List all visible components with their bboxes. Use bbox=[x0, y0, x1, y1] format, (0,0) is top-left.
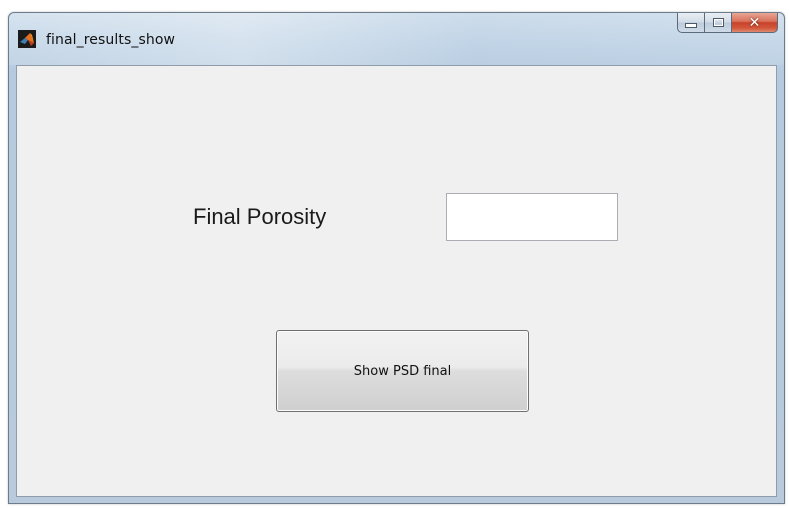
close-icon: ✕ bbox=[748, 14, 761, 31]
title-bar[interactable]: final_results_show ✕ bbox=[9, 13, 784, 65]
maximize-icon bbox=[712, 18, 724, 27]
matlab-icon bbox=[18, 30, 36, 48]
close-button[interactable]: ✕ bbox=[732, 13, 778, 33]
show-psd-final-button[interactable]: Show PSD final bbox=[276, 330, 529, 412]
final-porosity-label: Final Porosity bbox=[193, 204, 327, 229]
minimize-button[interactable] bbox=[677, 13, 705, 33]
caption-buttons: ✕ bbox=[677, 13, 778, 33]
final-porosity-field[interactable] bbox=[446, 193, 618, 241]
maximize-button[interactable] bbox=[705, 13, 732, 33]
figure-content-area: Final Porosity Show PSD final bbox=[16, 65, 777, 497]
window-title: final_results_show bbox=[46, 32, 176, 48]
app-window: final_results_show ✕ Final Porosity Show… bbox=[8, 12, 785, 504]
minimize-icon bbox=[685, 23, 697, 28]
